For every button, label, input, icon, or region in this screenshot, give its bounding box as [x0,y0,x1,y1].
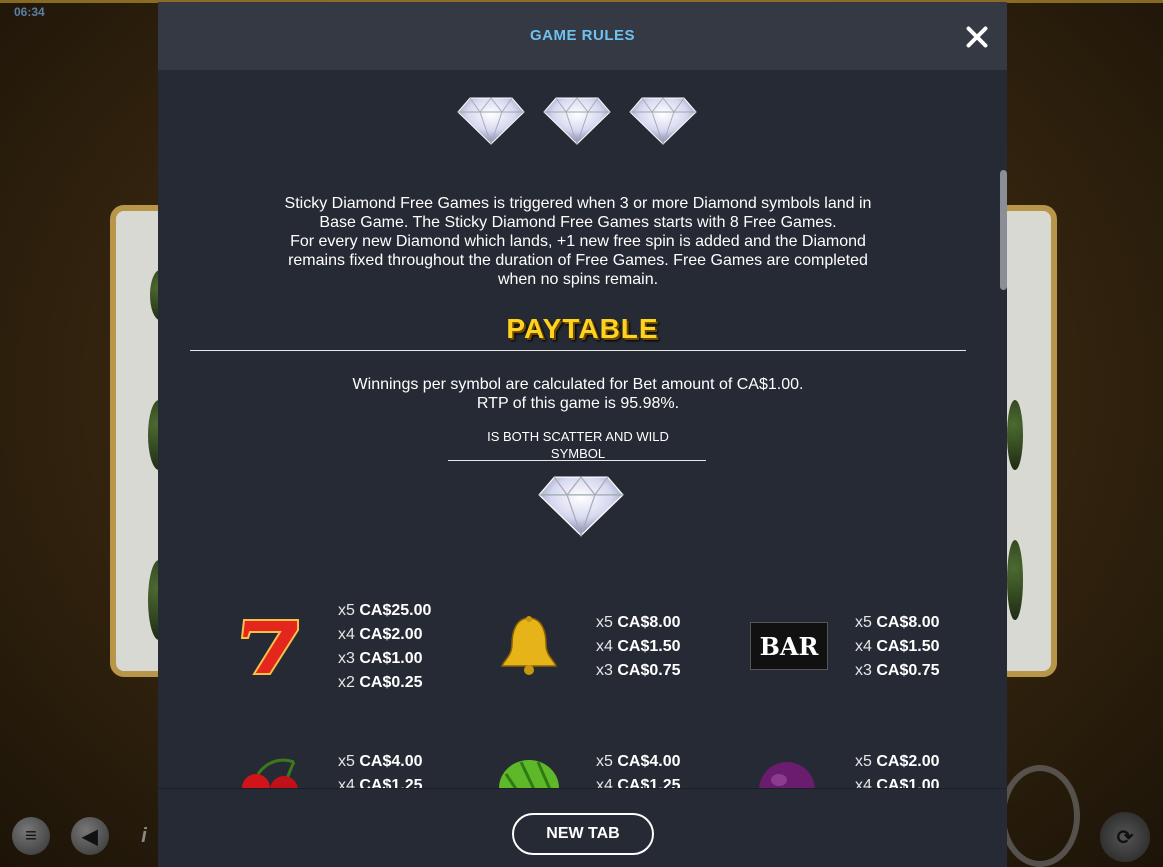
info-icon[interactable]: i [130,817,158,855]
pay-multiplier: x4 [338,626,355,643]
menu-icon[interactable]: ≡ [12,817,50,855]
wild-label: IS BOTH SCATTER AND WILD SYMBOL [448,428,708,462]
pay-value: CA$2.00 [359,626,423,643]
pay-row: x5 CA$4.00 [596,750,716,774]
pay-multiplier: x5 [596,753,613,770]
pay-row: x4 CA$1.00 [855,774,975,788]
description-line: For every new Diamond which lands, +1 ne… [290,233,866,250]
pay-value: CA$1.50 [617,638,681,655]
pay-multiplier: x2 [338,674,355,691]
pay-value: CA$0.25 [359,674,423,691]
pay-row: x5 CA$25.00 [338,599,458,623]
description-line: Sticky Diamond Free Games is triggered w… [284,195,872,212]
description-line: remains fixed throughout the duration of… [288,252,868,269]
pay-value: CA$4.00 [359,753,423,770]
watermelon-icon [499,760,559,788]
clock: 06:34 [14,5,45,19]
diamond-icon [629,97,697,146]
modal-footer: NEW TAB [158,788,1007,867]
pay-multiplier: x4 [596,777,613,788]
pay-multiplier: x5 [338,753,355,770]
free-games-description: Sticky Diamond Free Games is triggered w… [218,194,938,289]
reel-symbol [1007,400,1023,470]
paytable-seven: x5 CA$25.00 x4 CA$2.00 x3 CA$1.00 x2 CA$… [338,599,458,695]
divider [448,460,706,461]
scrollbar-thumb[interactable] [1000,170,1007,290]
pay-row: x5 CA$2.00 [855,750,975,774]
diamond-icon [543,97,611,146]
pay-value: CA$2.00 [876,753,940,770]
pay-value: CA$8.00 [617,614,681,631]
bet-amount-text: Winnings per symbol are calculated for B… [352,376,804,393]
seven-icon [240,619,299,675]
spin-button[interactable] [1000,765,1080,867]
modal-header: GAME RULES [158,2,1007,70]
paytable-bar: x5 CA$8.00 x4 CA$1.50 x3 CA$0.75 [855,611,975,683]
rtp-text: RTP of this game is 95.98%. [476,395,680,412]
pay-value: CA$25.00 [359,602,432,619]
paytable-cherry: x5 CA$4.00 x4 CA$1.25 [338,750,458,788]
paytable-plum: x5 CA$2.00 x4 CA$1.00 [855,750,975,788]
pay-value: CA$8.00 [876,614,940,631]
pay-multiplier: x5 [338,602,355,619]
pay-row: x3 CA$0.75 [855,659,975,683]
pay-multiplier: x5 [596,614,613,631]
pay-multiplier: x4 [855,777,872,788]
pay-row: x4 CA$1.50 [596,635,716,659]
plum-icon [759,762,815,788]
pay-multiplier: x4 [338,777,355,788]
pay-multiplier: x3 [855,662,872,679]
game-rules-modal: GAME RULES Sticky Diamond Free Games is … [158,2,1007,867]
pay-row: x5 CA$8.00 [855,611,975,635]
diamond-wild-icon [538,476,624,538]
pay-value: CA$1.00 [876,777,940,788]
divider [190,350,966,351]
pay-row: x4 CA$1.25 [596,774,716,788]
pay-row: x5 CA$8.00 [596,611,716,635]
description-line: when no spins remain. [497,271,659,288]
wild-label-line: IS BOTH SCATTER AND WILD [487,429,669,444]
bar-icon: BAR [750,622,828,670]
pay-row: x4 CA$1.50 [855,635,975,659]
pay-value: CA$1.25 [359,777,423,788]
pay-multiplier: x5 [855,614,872,631]
autoplay-icon[interactable]: ⟳ [1100,812,1150,862]
pay-row: x4 CA$2.00 [338,623,458,647]
close-icon[interactable] [960,20,994,54]
diamond-icon [457,97,525,146]
pay-row: x4 CA$1.25 [338,774,458,788]
new-tab-button[interactable]: NEW TAB [512,813,654,855]
modal-title: GAME RULES [529,27,635,44]
pay-value: CA$1.50 [876,638,940,655]
pay-row: x3 CA$1.00 [338,647,458,671]
paytable-watermelon: x5 CA$4.00 x4 CA$1.25 [596,750,716,788]
pay-value: CA$4.00 [617,753,681,770]
pay-multiplier: x4 [596,638,613,655]
pay-multiplier: x4 [855,638,872,655]
bell-icon [500,616,558,675]
rules-content[interactable]: Sticky Diamond Free Games is triggered w… [158,70,1007,788]
paytable-title: PAYTABLE [506,313,659,344]
pay-value: CA$1.00 [359,650,423,667]
paytable-info: Winnings per symbol are calculated for B… [218,375,938,413]
pay-multiplier: x3 [338,650,355,667]
reel-symbol [1007,540,1023,620]
pay-multiplier: x3 [596,662,613,679]
pay-value: CA$1.25 [617,777,681,788]
description-line: Base Game. The Sticky Diamond Free Games… [319,214,837,231]
cherry-icon [242,758,298,788]
pay-row: x3 CA$0.75 [596,659,716,683]
pay-multiplier: x5 [855,753,872,770]
pay-value: CA$0.75 [617,662,681,679]
pay-row: x2 CA$0.25 [338,671,458,695]
sound-icon[interactable]: ◀ [71,817,109,855]
pay-value: CA$0.75 [876,662,940,679]
bar-symbol-text: BAR [759,631,819,661]
paytable-bell: x5 CA$8.00 x4 CA$1.50 x3 CA$0.75 [596,611,716,683]
pay-row: x5 CA$4.00 [338,750,458,774]
